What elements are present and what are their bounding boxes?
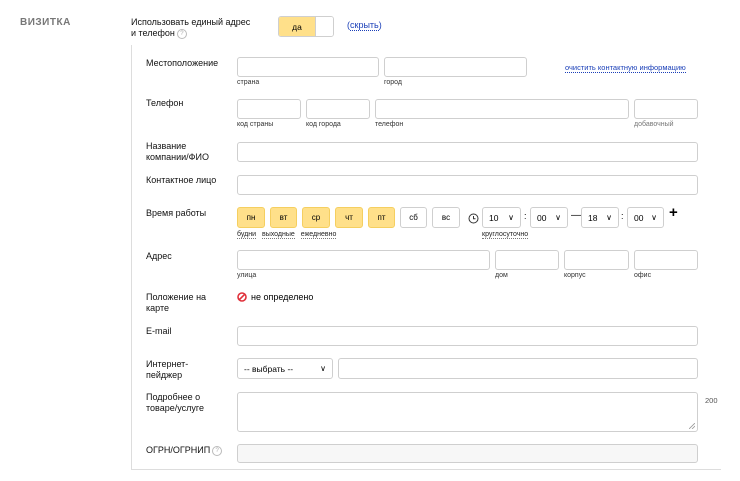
time-colon: : [621, 211, 624, 221]
chevron-down-icon: ∨ [651, 213, 657, 222]
clear-contact-link[interactable]: очистить контактную информацию [565, 63, 686, 73]
city-input[interactable] [384, 57, 527, 77]
company-label-line2: компании/ФИО [146, 152, 209, 162]
bottom-divider [131, 469, 721, 470]
weekdays-link[interactable]: будни [237, 231, 256, 239]
single-address-label: Использовать единый адрес и телефон? [131, 17, 250, 39]
from-hour-value: 10 [489, 212, 499, 223]
messenger-input[interactable] [338, 358, 698, 379]
house-input[interactable] [495, 250, 559, 270]
phone-number-input[interactable] [375, 99, 629, 119]
company-label-line1: Название [146, 141, 187, 151]
quick-day-links: будни выходные ежедневно [237, 231, 337, 239]
building-input[interactable] [564, 250, 629, 270]
phone-ext-hint: добавочный [634, 121, 674, 128]
ogrn-label: ОГРН/ОГРНИП? [146, 445, 223, 456]
email-label: E-mail [146, 326, 172, 336]
weekends-link[interactable]: выходные [261, 231, 295, 239]
messenger-label: Интернет- пейджер [146, 359, 188, 381]
country-hint: страна [237, 79, 260, 86]
details-label: Подробнее о товаре/услуге [146, 392, 204, 414]
section-divider-line [131, 45, 132, 470]
address-label: Адрес [146, 251, 172, 261]
phone-ext-input[interactable] [634, 99, 698, 119]
contact-person-input[interactable] [237, 175, 698, 195]
resize-handle-icon[interactable] [689, 423, 695, 429]
map-position-label: Положение на карте [146, 292, 206, 314]
phone-country-code-hint: код страны [237, 121, 274, 128]
day-button[interactable]: ср [302, 207, 330, 228]
help-icon[interactable]: ? [212, 445, 223, 456]
day-button[interactable]: пн [237, 207, 265, 228]
ogrn-label-text: ОГРН/ОГРНИП [146, 445, 211, 455]
day-button[interactable]: пт [368, 207, 395, 228]
messenger-label-line1: Интернет- [146, 359, 189, 369]
chevron-down-icon: ∨ [508, 213, 514, 222]
company-label: Название компании/ФИО [146, 141, 209, 163]
messenger-label-line2: пейджер [146, 370, 183, 380]
section-title: ВИЗИТКА [20, 17, 71, 28]
office-hint: офис [634, 272, 652, 279]
location-label: Местоположение [146, 58, 219, 68]
from-min-value: 00 [537, 212, 547, 223]
help-icon[interactable]: ? [176, 28, 187, 39]
email-input[interactable] [237, 326, 698, 346]
to-min-value: 00 [634, 212, 644, 223]
to-hour-value: 18 [588, 212, 598, 223]
chevron-down-icon: ∨ [606, 213, 612, 222]
time-dash: — [571, 210, 581, 221]
office-input[interactable] [634, 250, 698, 270]
day-button[interactable]: вс [432, 207, 460, 228]
day-button[interactable]: чт [335, 207, 363, 228]
single-address-label-line2: и телефон [131, 28, 175, 38]
details-label-line2: товаре/услуге [146, 403, 204, 413]
hide-link[interactable]: скрыть [350, 20, 379, 31]
phone-country-code-input[interactable] [237, 99, 301, 119]
phone-number-hint: телефон [375, 121, 404, 128]
company-input[interactable] [237, 142, 698, 162]
from-hour-select[interactable]: 10 ∨ [482, 207, 521, 228]
country-input[interactable] [237, 57, 379, 77]
ogrn-input[interactable] [237, 444, 698, 463]
single-address-toggle[interactable]: да [278, 16, 334, 37]
house-hint: дом [495, 272, 508, 279]
day-button[interactable]: вт [270, 207, 297, 228]
clock-icon [468, 211, 479, 224]
toggle-off-half[interactable] [315, 17, 333, 36]
to-hour-select[interactable]: 18 ∨ [581, 207, 619, 228]
map-status: не определено [237, 292, 313, 302]
day-button[interactable]: сб [400, 207, 427, 228]
to-min-select[interactable]: 00 ∨ [627, 207, 664, 228]
phone-label: Телефон [146, 98, 184, 108]
street-input[interactable] [237, 250, 490, 270]
add-time-button[interactable]: + [669, 204, 678, 221]
work-time-label: Время работы [146, 208, 207, 218]
hide-link-wrap: (скрыть) [347, 20, 382, 31]
map-position-label-line2: карте [146, 303, 169, 313]
time-colon: : [524, 211, 527, 221]
chevron-down-icon: ∨ [555, 213, 561, 222]
contact-person-label: Контактное лицо [146, 175, 217, 185]
map-position-label-line1: Положение на [146, 292, 207, 302]
city-hint: город [384, 79, 403, 86]
around-clock-link[interactable]: круглосуточно [482, 231, 529, 239]
day-buttons: пн вт ср чт пт сб вс [237, 207, 460, 228]
messenger-select[interactable]: -- выбрать -- ∨ [237, 358, 333, 379]
phone-city-code-input[interactable] [306, 99, 370, 119]
details-char-count: 200 [705, 396, 718, 405]
map-status-text: не определено [251, 292, 314, 302]
toggle-yes[interactable]: да [279, 17, 315, 36]
street-hint: улица [237, 272, 257, 279]
chevron-down-icon: ∨ [320, 364, 326, 373]
messenger-select-value: -- выбрать -- [244, 363, 294, 374]
daily-link[interactable]: ежедневно [300, 231, 337, 239]
phone-city-code-hint: код города [306, 121, 341, 128]
building-hint: корпус [564, 272, 586, 279]
single-address-label-line1: Использовать единый адрес [131, 17, 251, 27]
not-defined-icon [237, 292, 247, 302]
from-min-select[interactable]: 00 ∨ [530, 207, 568, 228]
details-label-line1: Подробнее о [146, 392, 201, 402]
details-textarea[interactable] [237, 392, 698, 432]
